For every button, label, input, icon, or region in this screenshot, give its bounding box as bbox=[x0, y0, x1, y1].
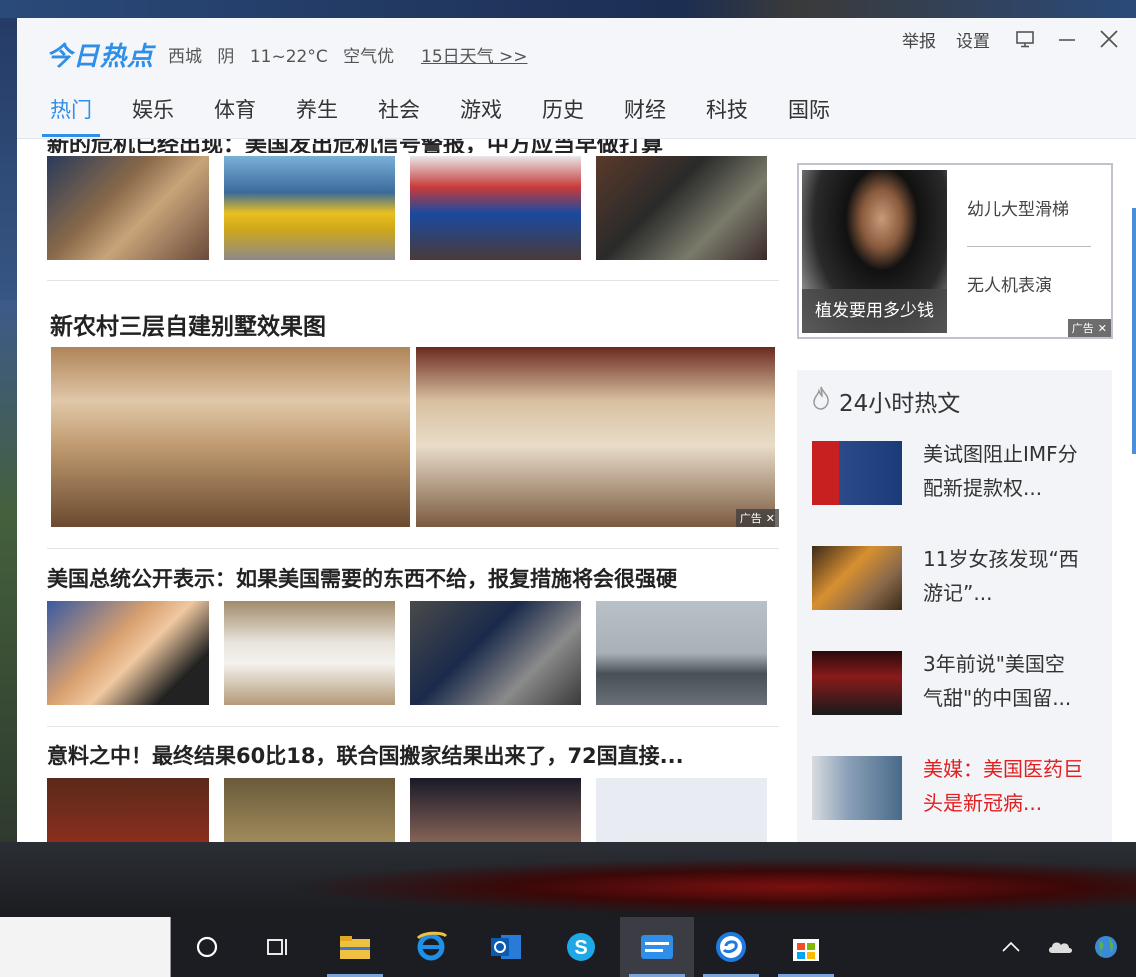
news-title-3[interactable]: 意料之中！最终结果60比18，联合国搬家结果出来了，72国直接... bbox=[47, 740, 779, 770]
tab-health[interactable]: 养生 bbox=[296, 94, 338, 136]
villa-interior-image[interactable] bbox=[416, 347, 775, 527]
hot-news-app-icon[interactable] bbox=[629, 927, 685, 977]
hot-item-title[interactable]: 3年前说"美国空气甜"的中国留... bbox=[923, 647, 1083, 715]
app-logo: 今日热点 bbox=[46, 42, 155, 72]
hot-item-image[interactable] bbox=[812, 651, 902, 715]
hot-title-text: 24小时热文 bbox=[839, 391, 961, 417]
hot-item-title[interactable]: 11岁女孩发现“西游记”... bbox=[923, 542, 1083, 610]
weather-city: 西城 bbox=[168, 47, 202, 67]
desktop-wallpaper-bottom bbox=[0, 842, 1136, 917]
close-icon[interactable]: ✕ bbox=[1098, 322, 1107, 335]
cloud-icon[interactable] bbox=[1040, 927, 1080, 967]
tab-international[interactable]: 国际 bbox=[788, 94, 830, 136]
hot-item-image[interactable] bbox=[812, 546, 902, 610]
side-ad[interactable]: 植发要用多少钱 幼儿大型滑梯 无人机表演 广告 ✕ bbox=[797, 163, 1113, 339]
internet-explorer-icon[interactable] bbox=[411, 927, 451, 967]
tab-entertainment[interactable]: 娱乐 bbox=[132, 94, 174, 136]
hot-item-title[interactable]: 美媒：美国医药巨头是新冠病... bbox=[923, 752, 1083, 820]
hot-item[interactable]: 11岁女孩发现“西游记”... bbox=[812, 546, 1102, 610]
divider bbox=[967, 246, 1091, 247]
file-explorer-icon[interactable] bbox=[327, 927, 383, 977]
tab-tech[interactable]: 科技 bbox=[706, 94, 748, 136]
tab-hot[interactable]: 热门 bbox=[42, 94, 100, 137]
news-image[interactable] bbox=[596, 156, 767, 260]
settings-button[interactable]: 设置 bbox=[956, 27, 990, 52]
close-icon[interactable]: ✕ bbox=[766, 512, 775, 525]
news-thumbs-3[interactable] bbox=[47, 778, 779, 842]
ad-tag[interactable]: 广告 ✕ bbox=[735, 509, 779, 527]
window-header: 今日热点 西城 阴 11~22°C 空气优 15日天气 >> 举报 设置 热门 … bbox=[17, 18, 1136, 139]
ad-title[interactable]: 新农村三层自建别墅效果图 bbox=[50, 307, 779, 341]
villa-interior-image[interactable] bbox=[51, 347, 410, 527]
monitor-icon[interactable] bbox=[1010, 24, 1040, 54]
desktop-wallpaper-top bbox=[0, 0, 1136, 18]
minimize-icon[interactable] bbox=[1052, 24, 1082, 54]
ad-links: 幼儿大型滑梯 无人机表演 bbox=[967, 195, 1091, 296]
forecast-link[interactable]: 15日天气 >> bbox=[421, 42, 528, 67]
browser-icon[interactable] bbox=[703, 927, 759, 977]
taskbar: S bbox=[0, 917, 1136, 977]
divider bbox=[47, 726, 779, 727]
ad-label: 广告 bbox=[1071, 322, 1094, 335]
hot-item-title[interactable]: 美试图阻止IMF分配新提款权... bbox=[923, 437, 1083, 505]
weather-info: 西城 阴 11~22°C 空气优 bbox=[168, 42, 404, 67]
weather-condition: 阴 bbox=[217, 47, 235, 67]
divider bbox=[47, 280, 779, 281]
hot-item-image[interactable] bbox=[812, 756, 902, 820]
tab-finance[interactable]: 财经 bbox=[624, 94, 666, 136]
weather-temp: 11~22°C bbox=[249, 47, 328, 67]
svg-text:S: S bbox=[574, 937, 587, 959]
tab-society[interactable]: 社会 bbox=[378, 94, 420, 136]
hot-item[interactable]: 美试图阻止IMF分配新提款权... bbox=[812, 441, 1102, 505]
tab-sports[interactable]: 体育 bbox=[214, 94, 256, 136]
ad-images[interactable]: 广告 ✕ bbox=[51, 347, 779, 527]
ad-link-2[interactable]: 无人机表演 bbox=[967, 271, 1091, 296]
news-image[interactable] bbox=[410, 778, 581, 842]
divider bbox=[47, 548, 779, 549]
hot-item-image[interactable] bbox=[812, 441, 902, 505]
news-title-1[interactable]: 新的危机已经出现：美国发出危机信号警报，中方应当早做打算 bbox=[47, 139, 779, 153]
news-image[interactable] bbox=[224, 778, 395, 842]
news-image[interactable] bbox=[596, 601, 767, 705]
taskbar-search-box[interactable] bbox=[0, 917, 171, 977]
store-icon[interactable] bbox=[778, 927, 834, 977]
news-title-2[interactable]: 美国总统公开表示：如果美国需要的东西不给，报复措施将会很强硬 bbox=[47, 563, 779, 593]
ad-caption[interactable]: 植发要用多少钱 bbox=[802, 289, 947, 333]
news-window: 今日热点 西城 阴 11~22°C 空气优 15日天气 >> 举报 设置 热门 … bbox=[17, 18, 1136, 842]
ad-link-1[interactable]: 幼儿大型滑梯 bbox=[967, 195, 1091, 220]
category-tabs: 热门 娱乐 体育 养生 社会 游戏 历史 财经 科技 国际 bbox=[42, 94, 870, 137]
close-icon[interactable] bbox=[1094, 24, 1124, 54]
scrollbar[interactable] bbox=[1132, 208, 1136, 454]
chevron-up-icon[interactable] bbox=[991, 927, 1031, 967]
news-image[interactable] bbox=[224, 601, 395, 705]
hot-item[interactable]: 美媒：美国医药巨头是新冠病... bbox=[812, 756, 1102, 820]
skype-icon[interactable]: S bbox=[561, 927, 601, 967]
ad-tag[interactable]: 广告 ✕ bbox=[1067, 319, 1111, 337]
desktop-wallpaper-left bbox=[0, 300, 17, 842]
hot-item[interactable]: 3年前说"美国空气甜"的中国留... bbox=[812, 651, 1102, 715]
news-image[interactable] bbox=[47, 778, 209, 842]
hot-title: 24小时热文 bbox=[811, 384, 960, 418]
flame-icon bbox=[811, 385, 831, 417]
news-image[interactable] bbox=[596, 778, 767, 842]
globe-icon[interactable] bbox=[1086, 927, 1126, 967]
news-feed: 新的危机已经出现：美国发出危机信号警报，中方应当早做打算 新农村三层自建别墅效果… bbox=[47, 139, 779, 842]
news-thumbs-1[interactable] bbox=[47, 156, 779, 260]
news-thumbs-2[interactable] bbox=[47, 601, 779, 705]
tab-games[interactable]: 游戏 bbox=[460, 94, 502, 136]
hot-articles-panel: 24小时热文 美试图阻止IMF分配新提款权... 11岁女孩发现“西游记”...… bbox=[797, 370, 1112, 842]
news-image[interactable] bbox=[47, 156, 209, 260]
tab-history[interactable]: 历史 bbox=[542, 94, 584, 136]
weather-air: 空气优 bbox=[343, 47, 395, 67]
cortana-icon[interactable] bbox=[187, 927, 227, 967]
task-view-icon[interactable] bbox=[258, 927, 298, 967]
news-image[interactable] bbox=[47, 601, 209, 705]
report-button[interactable]: 举报 bbox=[902, 27, 936, 52]
news-image[interactable] bbox=[224, 156, 395, 260]
window-controls: 举报 设置 bbox=[902, 24, 1136, 54]
outlook-icon[interactable] bbox=[486, 927, 526, 967]
news-image[interactable] bbox=[410, 156, 581, 260]
ad-label: 广告 bbox=[739, 512, 762, 525]
news-image[interactable] bbox=[410, 601, 581, 705]
